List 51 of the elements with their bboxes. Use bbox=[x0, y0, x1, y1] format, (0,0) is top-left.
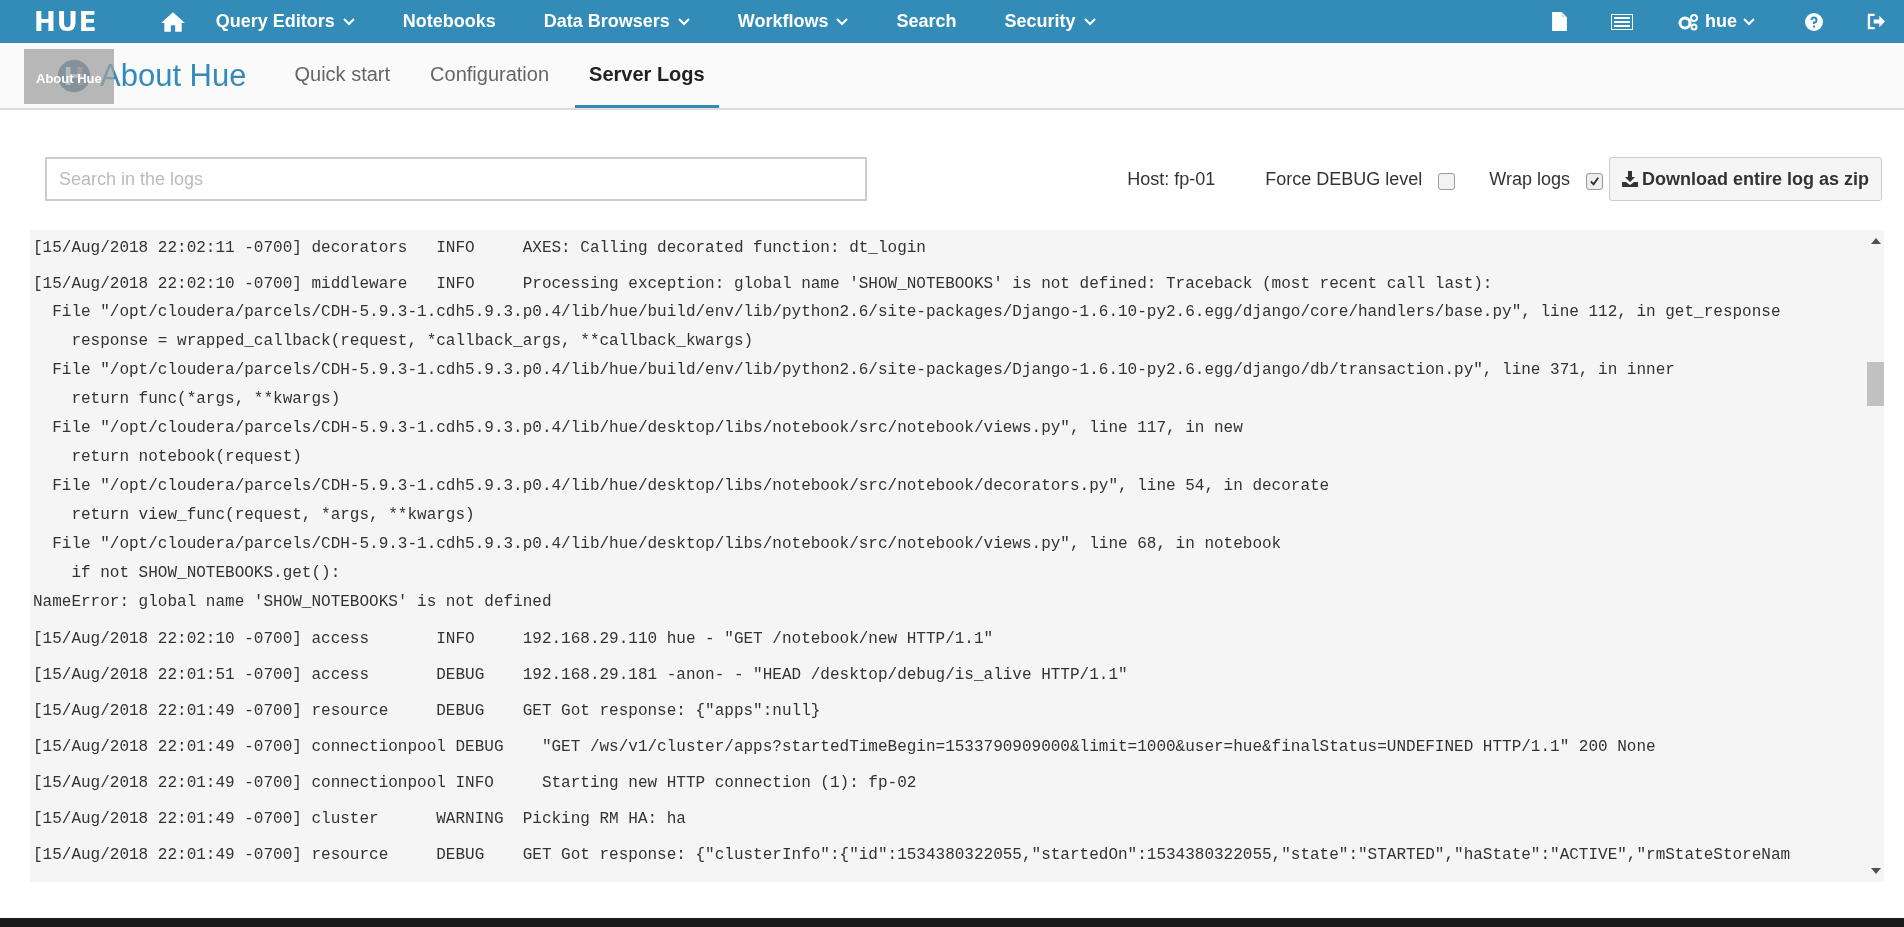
traceback-line: return notebook(request) bbox=[70, 447, 302, 468]
traceback-line: NameError: global name 'SHOW_NOTEBOOKS' is not defined bbox=[33, 592, 552, 613]
user-menu[interactable]: hue bbox=[1677, 11, 1755, 32]
page-title: About Hue bbox=[100, 57, 247, 94]
log-entry: [15/Aug/2018 22:02:10 -0700] access INFO 192.168.29.110 hue - "GET /notebook/new HTTP/1.1" bbox=[33, 629, 994, 650]
gears-icon bbox=[1677, 12, 1699, 31]
force-debug-label: Force DEBUG level bbox=[1265, 168, 1423, 190]
host-label: Host: fp-01 bbox=[1127, 168, 1216, 190]
log-entry: [15/Aug/2018 22:02:10 -0700] middleware INFO Processing exception: global name 'SHOW_NOTEBOOKS' is not defined: Traceback (most recent call last): bbox=[33, 274, 1493, 295]
scroll-down-icon[interactable] bbox=[1870, 868, 1881, 874]
tab[interactable]: Server Logs bbox=[575, 43, 719, 108]
nav-menu-item[interactable]: Workflows bbox=[737, 11, 849, 32]
log-entry: [15/Aug/2018 22:01:49 -0700] connectionpool INFO Starting new HTTP connection (1): fp-02 bbox=[33, 773, 917, 794]
traceback-line: response = wrapped_callback(request, *callback_args, **callback_kwargs) bbox=[70, 331, 754, 352]
log-entry: [15/Aug/2018 22:01:49 -0700] resource DEBUG GET Got response: {"clusterInfo":{"id":1534380322055,"startedOn":1534380322055,"state":"STARTED","haState":"ACTIVE","rmStateStoreNam bbox=[33, 845, 1791, 866]
scroll-up-icon[interactable] bbox=[1870, 238, 1881, 244]
log-entry: [15/Aug/2018 22:01:49 -0700] resource DEBUG GET Got response: {"apps":null} bbox=[33, 701, 821, 722]
log-entry: [15/Aug/2018 22:01:51 -0700] access DEBUG 192.168.29.181 -anon- - "HEAD /desktop/debug/is_alive HTTP/1.1" bbox=[33, 665, 1128, 686]
nav-menu-item[interactable]: Search bbox=[896, 11, 957, 32]
hue-logo[interactable]: HUE bbox=[34, 6, 98, 37]
nav-menu-item[interactable]: Query Editors bbox=[215, 11, 355, 32]
nav-menu-item[interactable]: Data Browsers bbox=[543, 11, 690, 32]
search-field[interactable]: Search in the logs bbox=[45, 157, 867, 201]
tab[interactable]: Quick start bbox=[280, 43, 405, 108]
traceback-line: File "/opt/cloudera/parcels/CDH-5.9.3-1.cdh5.9.3.p0.4/lib/hue/desktop/libs/notebook/src/notebook/views.py", line 117, in new bbox=[51, 418, 1243, 439]
home-icon[interactable] bbox=[159, 10, 186, 33]
traceback-line: File "/opt/cloudera/parcels/CDH-5.9.3-1.cdh5.9.3.p0.4/lib/hue/desktop/libs/notebook/src/notebook/views.py", line 68, in notebook bbox=[51, 534, 1282, 555]
download-button[interactable]: Download entire log as zip bbox=[1608, 157, 1882, 201]
traceback-line: File "/opt/cloudera/parcels/CDH-5.9.3-1.cdh5.9.3.p0.4/lib/hue/build/env/lib/python2.6/site-packages/Django-1.6.10-py2.6.egg/django/core/handlers/base.py", line 112, in get_response bbox=[51, 302, 1781, 323]
document-icon[interactable] bbox=[1552, 12, 1567, 31]
traceback-line: return view_func(request, *args, **kwargs) bbox=[70, 505, 475, 526]
logout-icon[interactable] bbox=[1867, 13, 1886, 30]
tab[interactable]: Configuration bbox=[416, 43, 564, 108]
log-entry: [15/Aug/2018 22:02:11 -0700] decorators INFO AXES: Calling decorated function: dt_login bbox=[33, 238, 926, 259]
log-entry: [15/Aug/2018 22:01:49 -0700] connectionpool DEBUG "GET /ws/v1/cluster/apps?startedTimeBegin=1533790909000&limit=1000&user=hue&finalStatus=UNDEFINED HTTP/1.1" 200 None bbox=[33, 737, 1656, 758]
help-icon[interactable] bbox=[1805, 12, 1823, 31]
traceback-line: File "/opt/cloudera/parcels/CDH-5.9.3-1.cdh5.9.3.p0.4/lib/hue/build/env/lib/python2.6/site-packages/Django-1.6.10-py2.6.egg/django/db/transaction.py", line 371, in inner bbox=[51, 360, 1675, 381]
traceback-line: return func(*args, **kwargs) bbox=[70, 389, 341, 410]
nav-menu-item[interactable]: Security bbox=[1004, 11, 1096, 32]
traceback-line: if not SHOW_NOTEBOOKS.get(): bbox=[70, 563, 341, 584]
wrap-logs-label: Wrap logs bbox=[1489, 168, 1570, 190]
log-entry: [15/Aug/2018 22:01:49 -0700] cluster WARNING Picking RM HA: ha bbox=[33, 809, 686, 830]
force-debug-checkbox[interactable] bbox=[1438, 172, 1456, 190]
chevron-down-icon bbox=[1743, 17, 1755, 26]
scrollbar-thumb[interactable] bbox=[1867, 362, 1884, 406]
traceback-line: File "/opt/cloudera/parcels/CDH-5.9.3-1.cdh5.9.3.p0.4/lib/hue/desktop/libs/notebook/src/notebook/decorators.py", line 54, in decorate bbox=[51, 476, 1330, 497]
checkmark-icon bbox=[1588, 175, 1600, 187]
download-icon bbox=[1621, 171, 1638, 187]
list-icon[interactable] bbox=[1611, 13, 1633, 30]
nav-menu-item[interactable]: Notebooks bbox=[402, 11, 496, 32]
wrap-logs-checkbox[interactable] bbox=[1585, 172, 1603, 190]
